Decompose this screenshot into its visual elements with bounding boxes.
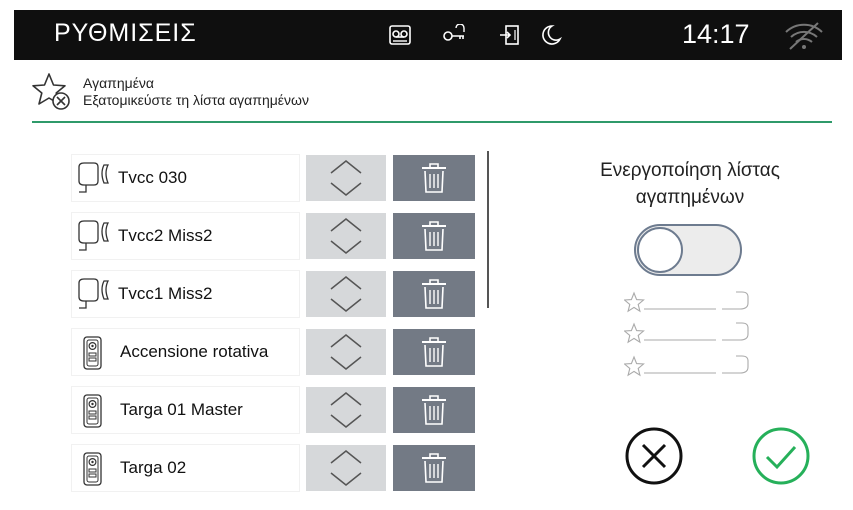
list-item-name-box[interactable]: Targa 01 Master [72, 387, 299, 433]
list-item-label: Targa 02 [120, 458, 187, 477]
list-item-label: Tvcc1 Miss2 [118, 284, 213, 303]
favorites-preview-star-icon [624, 322, 749, 344]
delete-button[interactable] [393, 213, 475, 259]
delete-button[interactable] [393, 155, 475, 201]
reorder-up-down-icon [330, 160, 362, 196]
list-item-label: Targa 01 Master [120, 400, 243, 419]
delete-button[interactable] [393, 271, 475, 317]
trash-icon [422, 163, 446, 193]
reorder-button[interactable] [306, 271, 386, 317]
confirm-button[interactable] [750, 425, 812, 487]
favorites-preview-star-icon [624, 355, 749, 377]
favorites-toggle[interactable] [634, 224, 742, 276]
header-subtitle: Εξατομικεύστε τη λίστα αγαπημένων [83, 92, 309, 108]
list-item[interactable]: Tvcc2 Miss2 [72, 213, 475, 259]
clock: 14:17 [682, 19, 750, 49]
header-title: Αγαπημένα [83, 75, 155, 91]
reorder-up-down-icon [330, 218, 362, 254]
list-item-label: Accensione rotativa [120, 342, 269, 361]
cctv-camera-icon [78, 278, 110, 309]
list-item[interactable]: Tvcc 030 [72, 155, 475, 201]
delete-button[interactable] [393, 387, 475, 433]
exit-door-icon[interactable] [498, 24, 522, 46]
list-item-name-box[interactable]: Tvcc2 Miss2 [72, 213, 299, 259]
toggle-knob [637, 227, 683, 273]
enable-favorites-label: Ενεργοποίηση λίστας [600, 160, 780, 181]
list-item[interactable]: Targa 01 Master [72, 387, 475, 433]
list-item-label: Tvcc 030 [118, 168, 187, 187]
enable-favorites-label-line2: αγαπημένων [635, 187, 745, 208]
trash-icon [422, 279, 446, 309]
list-item[interactable]: Targa 02 [72, 445, 475, 491]
trash-icon [422, 221, 446, 251]
reorder-button[interactable] [306, 213, 386, 259]
voicemail-icon[interactable] [388, 24, 412, 46]
header-divider [32, 121, 832, 123]
screen-title: ΡΥΘΜΙΣΕΙΣ [54, 19, 197, 47]
list-item[interactable]: Accensione rotativa [72, 329, 475, 375]
favorites-star-icon [32, 73, 70, 110]
reorder-button[interactable] [306, 445, 386, 491]
delete-button[interactable] [393, 445, 475, 491]
list-item-label: Tvcc2 Miss2 [118, 226, 213, 245]
list-item-name-box[interactable]: Tvcc1 Miss2 [72, 271, 299, 317]
entry-panel-icon [83, 452, 102, 486]
list-item-name-box[interactable]: Tvcc 030 [72, 155, 299, 201]
status-bar: ΡΥΘΜΙΣΕΙΣ 14:17 [14, 10, 842, 60]
cancel-button[interactable] [623, 425, 685, 487]
entry-panel-icon [83, 336, 102, 370]
list-item-name-box[interactable]: Accensione rotativa [72, 329, 299, 375]
trash-icon [422, 337, 446, 367]
reorder-up-down-icon [330, 334, 362, 370]
cctv-camera-icon [78, 220, 110, 251]
list-scrollbar[interactable] [487, 151, 489, 308]
favorites-settings-screen: ΡΥΘΜΙΣΕΙΣ 14:17 Αγαπημένα Εξατομικεύστε … [0, 0, 853, 510]
delete-button[interactable] [393, 329, 475, 375]
trash-icon [422, 453, 446, 483]
door-key-icon[interactable] [442, 24, 470, 46]
reorder-up-down-icon [330, 276, 362, 312]
favorites-preview-star-icon [624, 291, 749, 313]
do-not-disturb-moon-icon[interactable] [538, 24, 562, 46]
reorder-button[interactable] [306, 329, 386, 375]
reorder-button[interactable] [306, 387, 386, 433]
entry-panel-icon [83, 394, 102, 428]
reorder-up-down-icon [330, 392, 362, 428]
list-item[interactable]: Tvcc1 Miss2 [72, 271, 475, 317]
reorder-button[interactable] [306, 155, 386, 201]
reorder-up-down-icon [330, 450, 362, 486]
trash-icon [422, 395, 446, 425]
list-item-name-box[interactable]: Targa 02 [72, 445, 299, 491]
cctv-camera-icon [78, 162, 110, 193]
wifi-off-icon[interactable] [782, 22, 826, 50]
